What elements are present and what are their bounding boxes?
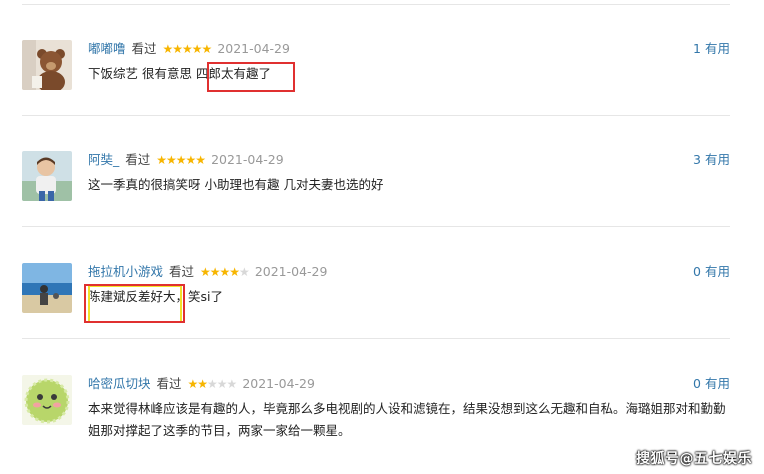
- review-date: 2021-04-29: [217, 41, 290, 56]
- useful-vote-button[interactable]: 0 有用: [693, 263, 730, 281]
- review-header: 拖拉机小游戏 看过 ★★★★★ 2021-04-29: [88, 263, 327, 281]
- useful-vote-button[interactable]: 3 有用: [693, 151, 730, 169]
- divider: [22, 4, 730, 5]
- rating-stars: ★★★★★: [200, 265, 250, 279]
- review-date: 2021-04-29: [254, 264, 328, 279]
- username-link[interactable]: 哈密瓜切块: [88, 376, 151, 391]
- avatar-child[interactable]: [22, 151, 72, 201]
- username-link[interactable]: 嘟嘟噜: [88, 41, 126, 56]
- divider: [22, 226, 730, 227]
- watched-label: 看过: [131, 41, 157, 56]
- watermark-text: 搜狐号@五七娱乐: [636, 451, 752, 467]
- review-header: 哈密瓜切块 看过 ★★★★★ 2021-04-29: [88, 375, 315, 393]
- watched-label: 看过: [169, 264, 195, 279]
- useful-vote-button[interactable]: 1 有用: [693, 40, 730, 58]
- divider: [22, 338, 730, 339]
- review-text: 这一季真的很搞笑呀 小助理也有趣 几对夫妻也选的好: [88, 177, 384, 192]
- review-date: 2021-04-29: [211, 152, 284, 167]
- review-header: 阿奘_ 看过 ★★★★★ 2021-04-29: [88, 151, 284, 169]
- divider: [22, 115, 730, 116]
- rating-stars: ★★★★★: [156, 153, 206, 167]
- review-header: 嘟嘟噜 看过 ★★★★★ 2021-04-29: [88, 40, 290, 58]
- avatar-melon[interactable]: [22, 375, 72, 425]
- red-highlight-box: [207, 62, 295, 92]
- useful-vote-button[interactable]: 0 有用: [693, 375, 730, 393]
- review-item-3: 拖拉机小游戏 看过 ★★★★★ 2021-04-29 0 有用 陈建斌反差好大，笑s…: [22, 263, 742, 353]
- review-item-2: 阿奘_ 看过 ★★★★★ 2021-04-29 3 有用 这一季真的很搞笑呀 小助理…: [22, 151, 742, 241]
- avatar-beach[interactable]: [22, 263, 72, 313]
- watched-label: 看过: [125, 152, 151, 167]
- username-link[interactable]: 拖拉机小游戏: [88, 264, 163, 279]
- rating-stars: ★★★★★: [187, 377, 238, 391]
- review-item-4: 哈密瓜切块 看过 ★★★★★ 2021-04-29 0 有用 本来觉得林峰应该是有趣…: [22, 375, 742, 465]
- rating-stars: ★★★★★: [162, 42, 213, 56]
- review-text: 本来觉得林峰应该是有趣的人，毕竟那么多电视剧的人设和滤镜在，结果没想到这么无趣和…: [88, 401, 726, 438]
- red-highlight-box: [84, 284, 185, 323]
- review-date: 2021-04-29: [242, 376, 315, 391]
- watched-label: 看过: [156, 376, 182, 391]
- avatar-teddy-bear[interactable]: [22, 40, 72, 90]
- review-item-1: 嘟嘟噜 看过 ★★★★★ 2021-04-29 1 有用 下饭综艺 很有意思 四郎太…: [22, 40, 742, 130]
- username-link[interactable]: 阿奘_: [88, 152, 119, 167]
- review-text: 下饭综艺 很有意思 四郎太有趣了: [88, 66, 271, 81]
